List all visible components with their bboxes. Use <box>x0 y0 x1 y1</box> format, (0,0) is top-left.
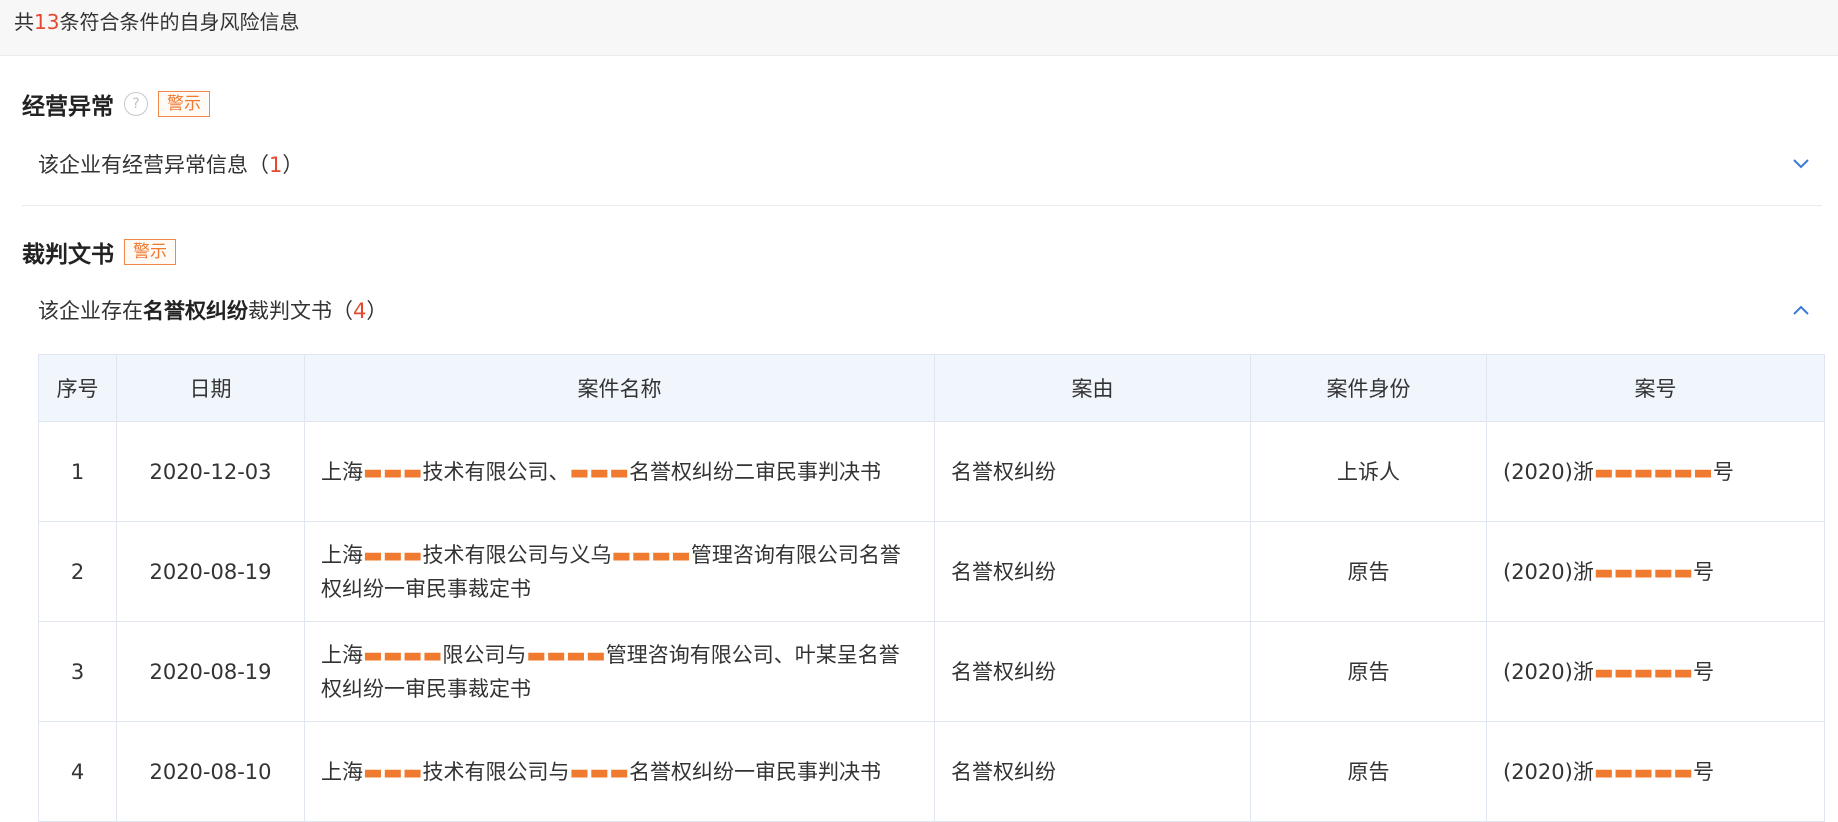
section-divider <box>22 205 1822 206</box>
header-index: 序号 <box>38 354 117 422</box>
abnormal-section-header: 经营异常 ? 警示 <box>22 84 210 124</box>
row-cause: 名誉权纠纷 <box>934 621 1251 722</box>
redaction-mark: ▬▬▬▬ <box>363 642 443 667</box>
judgments-row-close: ） <box>366 299 388 323</box>
row-index: 4 <box>38 721 117 822</box>
abnormal-row-count: 1 <box>269 153 283 177</box>
chevron-up-icon[interactable] <box>1790 299 1812 321</box>
case-number-part: (2020)浙 <box>1503 659 1594 684</box>
header-case-name: 案件名称 <box>304 354 935 422</box>
table-row: 4 2020-08-10 上海▬▬▬技术有限公司与▬▬▬名誉权纠纷一审民事判决书… <box>38 721 1825 822</box>
case-number-part: (2020)浙 <box>1503 459 1594 484</box>
redaction-mark: ▬▬▬ <box>569 459 630 484</box>
redaction-mark: ▬▬▬▬ <box>611 542 691 567</box>
summary-count: 13 <box>34 10 60 34</box>
case-name-part: 名誉权纠纷一审民事判决书 <box>629 759 882 784</box>
judgments-row-prefix: 该企业存在 <box>38 299 143 323</box>
summary-bar: 共13条符合条件的自身风险信息 <box>0 0 1838 56</box>
row-case-number: (2020)浙▬▬▬▬▬▬号 <box>1486 421 1825 522</box>
case-number-part: 号 <box>1712 459 1734 484</box>
row-index: 3 <box>38 621 117 722</box>
row-index: 2 <box>38 521 117 622</box>
judgments-row-suffix: 裁判文书（ <box>248 299 353 323</box>
case-name-part: 名誉权纠纷二审民事判决书 <box>629 459 882 484</box>
header-case-number: 案号 <box>1486 354 1825 422</box>
judgments-table: 序号 日期 案件名称 案由 案件身份 案号 1 2020-12-03 上海▬▬▬… <box>38 354 1825 822</box>
row-index: 1 <box>38 421 117 522</box>
judgments-row-text: 该企业存在名誉权纠纷裁判文书（4） <box>38 295 387 325</box>
row-case-number: (2020)浙▬▬▬▬▬号 <box>1486 721 1825 822</box>
case-name-part: 上海 <box>321 459 363 484</box>
row-cause: 名誉权纠纷 <box>934 421 1251 522</box>
summary-suffix: 条符合条件的自身风险信息 <box>59 10 300 34</box>
case-name-part: 技术有限公司与义乌 <box>422 542 612 567</box>
row-date: 2020-12-03 <box>116 421 305 522</box>
table-row: 2 2020-08-19 上海▬▬▬技术有限公司与义乌▬▬▬▬管理咨询有限公司名… <box>38 521 1825 622</box>
redaction-mark: ▬▬▬ <box>363 459 423 484</box>
case-number-part: 号 <box>1693 659 1715 684</box>
case-name-link[interactable]: 上海▬▬▬技术有限公司、▬▬▬名誉权纠纷二审民事判决书 <box>304 421 935 522</box>
row-date: 2020-08-19 <box>116 621 305 722</box>
case-number-part: 号 <box>1693 559 1715 584</box>
case-name-part: 限公司与 <box>442 642 527 667</box>
abnormal-section-title: 经营异常 <box>22 94 114 120</box>
redaction-mark: ▬▬▬▬▬ <box>1593 659 1694 684</box>
redaction-mark: ▬▬▬▬▬▬ <box>1593 459 1713 484</box>
abnormal-row-close: ） <box>282 153 304 177</box>
redaction-mark: ▬▬▬▬▬ <box>1593 759 1694 784</box>
row-cause: 名誉权纠纷 <box>934 721 1251 822</box>
warning-badge: 警示 <box>124 239 176 265</box>
table-row: 3 2020-08-19 上海▬▬▬▬限公司与▬▬▬▬管理咨询有限公司、叶某呈名… <box>38 621 1825 722</box>
row-role: 上诉人 <box>1250 421 1487 522</box>
header-cause: 案由 <box>934 354 1251 422</box>
case-name-link[interactable]: 上海▬▬▬技术有限公司与义乌▬▬▬▬管理咨询有限公司名誉权纠纷一审民事裁定书 <box>304 521 935 622</box>
header-date: 日期 <box>116 354 305 422</box>
row-case-number: (2020)浙▬▬▬▬▬号 <box>1486 621 1825 722</box>
case-name-part: 上海 <box>321 759 363 784</box>
redaction-mark: ▬▬▬ <box>363 542 423 567</box>
judgments-row[interactable]: 该企业存在名誉权纠纷裁判文书（4） <box>38 288 1822 332</box>
redaction-mark: ▬▬▬▬▬ <box>1593 559 1694 584</box>
abnormal-row-label: 该企业有经营异常信息（ <box>38 153 269 177</box>
row-role: 原告 <box>1250 621 1487 722</box>
case-number-part: (2020)浙 <box>1503 559 1594 584</box>
redaction-mark: ▬▬▬ <box>569 759 630 784</box>
summary-prefix: 共 <box>14 10 34 34</box>
row-role: 原告 <box>1250 721 1487 822</box>
case-number-part: (2020)浙 <box>1503 759 1594 784</box>
row-role: 原告 <box>1250 521 1487 622</box>
question-circle-icon[interactable]: ? <box>124 92 148 116</box>
judgments-section-title: 裁判文书 <box>22 242 114 268</box>
case-name-part: 上海 <box>321 642 363 667</box>
abnormal-row[interactable]: 该企业有经营异常信息（1） <box>38 142 1822 186</box>
row-date: 2020-08-19 <box>116 521 305 622</box>
row-date: 2020-08-10 <box>116 721 305 822</box>
row-cause: 名誉权纠纷 <box>934 521 1251 622</box>
table-header-row: 序号 日期 案件名称 案由 案件身份 案号 <box>38 354 1825 422</box>
judgments-row-count: 4 <box>353 299 367 323</box>
warning-badge: 警示 <box>158 91 210 117</box>
redaction-mark: ▬▬▬ <box>363 759 423 784</box>
redaction-mark: ▬▬▬▬ <box>526 642 606 667</box>
table-row: 1 2020-12-03 上海▬▬▬技术有限公司、▬▬▬名誉权纠纷二审民事判决书… <box>38 421 1825 522</box>
case-name-link[interactable]: 上海▬▬▬技术有限公司与▬▬▬名誉权纠纷一审民事判决书 <box>304 721 935 822</box>
case-number-part: 号 <box>1693 759 1715 784</box>
judgments-section-header: 裁判文书 警示 <box>22 232 176 272</box>
case-name-link[interactable]: 上海▬▬▬▬限公司与▬▬▬▬管理咨询有限公司、叶某呈名誉权纠纷一审民事裁定书 <box>304 621 935 722</box>
chevron-down-icon[interactable] <box>1790 153 1812 175</box>
case-name-part: 技术有限公司、 <box>422 459 570 484</box>
abnormal-row-text: 该企业有经营异常信息（1） <box>38 149 303 179</box>
row-case-number: (2020)浙▬▬▬▬▬号 <box>1486 521 1825 622</box>
header-role: 案件身份 <box>1250 354 1487 422</box>
judgments-row-keyword: 名誉权纠纷 <box>143 299 248 323</box>
case-name-part: 技术有限公司与 <box>422 759 570 784</box>
case-name-part: 上海 <box>321 542 363 567</box>
